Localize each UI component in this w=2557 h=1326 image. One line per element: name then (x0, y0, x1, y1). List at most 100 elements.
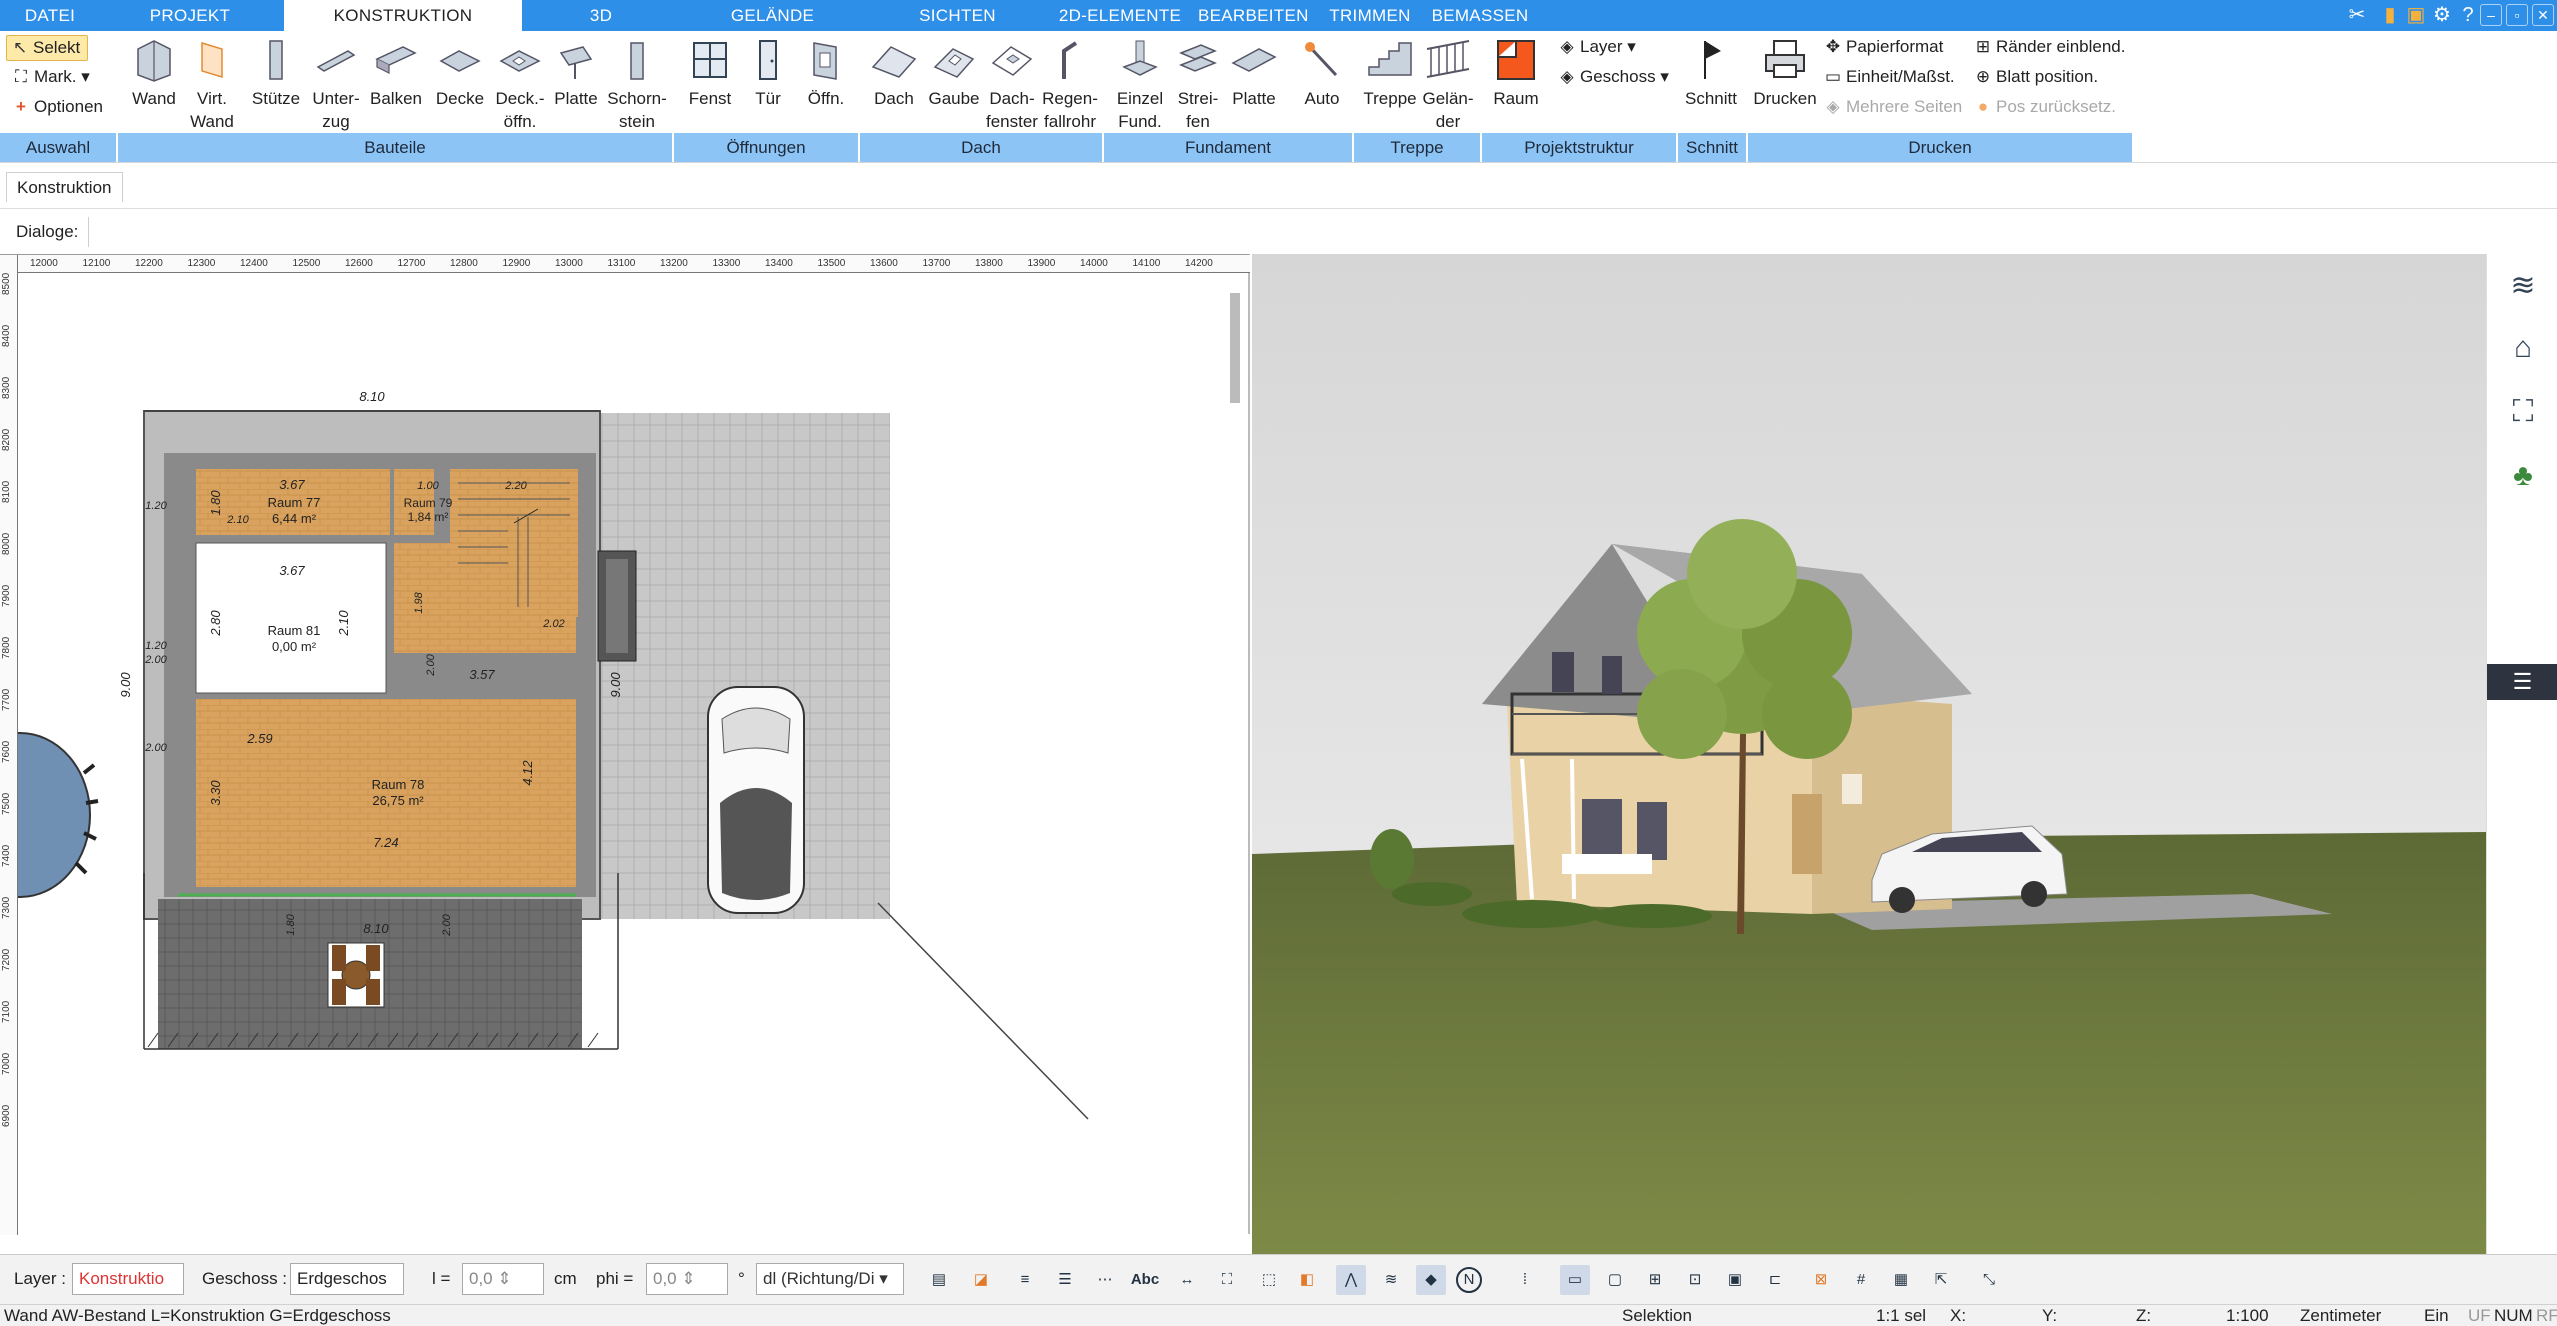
view-1-icon[interactable]: ▭ (1560, 1265, 1590, 1295)
folder-icon[interactable]: ▮ (2378, 3, 2402, 27)
direction-select[interactable]: dl (Richtung/Di ▾ (756, 1263, 904, 1295)
single-foundation-button[interactable]: Einzel Fund. (1110, 35, 1170, 133)
floor-plan-canvas[interactable]: 8.10 9.00 9.00 8.10 3.67 3.67 2.59 3.57 … (18, 273, 1250, 1235)
paper-format-button[interactable]: ✥ Papierformat (1824, 35, 1943, 59)
strip-foundation-button[interactable]: Strei- fen (1168, 35, 1228, 133)
dimension-icon[interactable]: ↔ (1172, 1265, 1202, 1295)
hatch-tool-icon[interactable]: ▤ (924, 1265, 954, 1295)
settings-icon[interactable]: ⚙ (2430, 3, 2454, 27)
view-2-icon[interactable]: ▢ (1600, 1265, 1630, 1295)
cursor-tool-icon[interactable]: ⇱ (1926, 1265, 1956, 1295)
layers-panel-icon[interactable]: ≋ (2505, 268, 2541, 304)
stairs-button[interactable]: Treppe (1360, 35, 1420, 110)
show-margins-button[interactable]: ⊞ Ränder einblend. (1974, 35, 2126, 59)
layer-select[interactable]: Konstruktio ▾ (72, 1263, 184, 1318)
layers-tool-icon[interactable]: ≋ (1376, 1265, 1406, 1295)
close-button[interactable]: ✕ (2532, 4, 2554, 26)
beam-under-button[interactable]: Unter- zug (306, 35, 366, 133)
floor-button[interactable]: ◈ Geschoss ▾ (1558, 65, 1668, 89)
print-button[interactable]: Drucken (1752, 35, 1818, 110)
line-style-icon[interactable]: ☰ (1050, 1265, 1080, 1295)
phi-label: phi = (596, 1269, 634, 1288)
north-icon[interactable]: N (1456, 1267, 1482, 1293)
length-input[interactable]: 0,0 ⇕ (462, 1263, 544, 1295)
virtual-wall-button[interactable]: Virt. Wand (184, 35, 240, 133)
door-button[interactable]: Tür (740, 35, 796, 110)
options-button[interactable]: + Optionen (12, 95, 103, 119)
tab-trimmen[interactable]: TRIMMEN (1325, 0, 1415, 31)
view-3-icon[interactable]: ⊞ (1640, 1265, 1670, 1295)
phi-input[interactable]: 0,0 ⇕ (646, 1263, 728, 1295)
roof-button[interactable]: Dach (866, 35, 922, 110)
save-icon[interactable]: ▣ (2404, 3, 2428, 27)
dormer-button[interactable]: Gaube (924, 35, 984, 110)
magnet-icon[interactable]: ⤡ (1974, 1265, 2004, 1295)
ceiling-opening-button[interactable]: Deck.- öffn. (490, 35, 550, 133)
3d-view[interactable] (1252, 254, 2486, 1254)
group-dach: Dach (860, 133, 1104, 162)
unit-scale-button[interactable]: ▭ Einheit/Maßst. (1824, 65, 1955, 89)
help-icon[interactable]: ? (2456, 3, 2480, 27)
opening-button[interactable]: Öffn. (798, 35, 854, 110)
tab-bearbeiten[interactable]: BEARBEITEN (1198, 0, 1308, 31)
window-button[interactable]: Fenst (682, 35, 738, 110)
foundation-slab-button[interactable]: Platte (1224, 35, 1284, 110)
multiple-pages-button[interactable]: ◈ Mehrere Seiten (1824, 95, 1962, 119)
chimney-button[interactable]: Schorn- stein (604, 35, 670, 133)
select-button[interactable]: ↖ Selekt (6, 35, 88, 61)
room-button[interactable]: Raum (1488, 35, 1544, 110)
tab-bemassen[interactable]: BEMASSEN (1430, 0, 1530, 31)
plane-icon[interactable]: ◆ (1416, 1265, 1446, 1295)
tab-2d-elemente[interactable]: 2D-ELEMENTE (1055, 0, 1185, 31)
maximize-button[interactable]: ▫ (2506, 4, 2528, 26)
tab-sichten[interactable]: SICHTEN (905, 0, 1010, 31)
object-icon[interactable]: ◧ (1292, 1265, 1322, 1295)
beam-button[interactable]: Balken (366, 35, 426, 110)
info-icon[interactable]: ⁞ (1510, 1265, 1540, 1295)
view-5-icon[interactable]: ▣ (1720, 1265, 1750, 1295)
snap-icon[interactable]: ⋀ (1336, 1265, 1366, 1295)
furniture-icon[interactable]: ⌂ (2505, 330, 2541, 366)
view-7-icon[interactable]: ⊠ (1806, 1265, 1836, 1295)
frame-icon[interactable]: ⛶ (1212, 1265, 1242, 1295)
tools-icon[interactable]: ✂ (2345, 3, 2369, 27)
railing-button[interactable]: Gelän- der (1418, 35, 1478, 133)
layer-button[interactable]: ◈ Layer ▾ (1558, 35, 1635, 59)
column-button[interactable]: Stütze (246, 35, 306, 110)
tab-3d[interactable]: 3D (556, 0, 646, 31)
line-weight-icon[interactable]: ≡ (1010, 1265, 1040, 1295)
3d-scene[interactable] (1252, 254, 2486, 1254)
tab-konstruktion[interactable]: KONSTRUKTION (284, 0, 522, 32)
pattern-icon[interactable]: ⋯ (1090, 1265, 1120, 1295)
roof-window-button[interactable]: Dach- fenster (982, 35, 1042, 133)
fill-tool-icon[interactable]: ◪ (966, 1265, 996, 1295)
window-icon (693, 42, 727, 78)
vertical-scrollbar[interactable] (1230, 293, 1240, 403)
tab-gelaende[interactable]: GELÄNDE (715, 0, 830, 31)
auto-button[interactable]: Auto (1294, 35, 1350, 110)
grid-2-icon[interactable]: ▦ (1886, 1265, 1916, 1295)
text-abc-icon[interactable]: Abc (1130, 1265, 1160, 1295)
view-4-icon[interactable]: ⊡ (1680, 1265, 1710, 1295)
plant-icon[interactable]: ♣ (2505, 458, 2541, 494)
slab-button[interactable]: Platte (546, 35, 606, 110)
mark-button[interactable]: ⛶ Mark. ▾ (12, 65, 90, 89)
section-button[interactable]: Schnitt (1680, 35, 1742, 110)
sheet-position-button[interactable]: ⊕ Blatt position. (1974, 65, 2098, 89)
grid-icon[interactable]: # (1846, 1265, 1876, 1295)
tab-konstruktion-view[interactable]: Konstruktion (6, 172, 123, 202)
tab-datei[interactable]: DATEI (0, 0, 100, 31)
geschoss-select[interactable]: Erdgeschos ▾ (290, 1263, 404, 1318)
select-frame-icon[interactable]: ⬚ (1254, 1265, 1284, 1295)
minimize-button[interactable]: – (2480, 4, 2502, 26)
reset-position-button[interactable]: ● Pos zurücksetz. (1974, 95, 2116, 119)
wall-button[interactable]: Wand (124, 35, 184, 110)
downpipe-button[interactable]: Regen- fallrohr (1040, 35, 1100, 133)
dim-h2: 2.80 (208, 610, 223, 637)
ceiling-button[interactable]: Decke (430, 35, 490, 110)
tab-projekt[interactable]: PROJEKT (120, 0, 260, 31)
panel-menu-icon[interactable]: ☰ (2487, 664, 2557, 700)
focus-icon[interactable]: ⛶ (2505, 394, 2541, 430)
floor-plan-view[interactable]: 12000 12100 12200 12300 12400 12500 12600 12700… (0, 254, 1250, 1235)
view-6-icon[interactable]: ⊏ (1760, 1265, 1790, 1295)
